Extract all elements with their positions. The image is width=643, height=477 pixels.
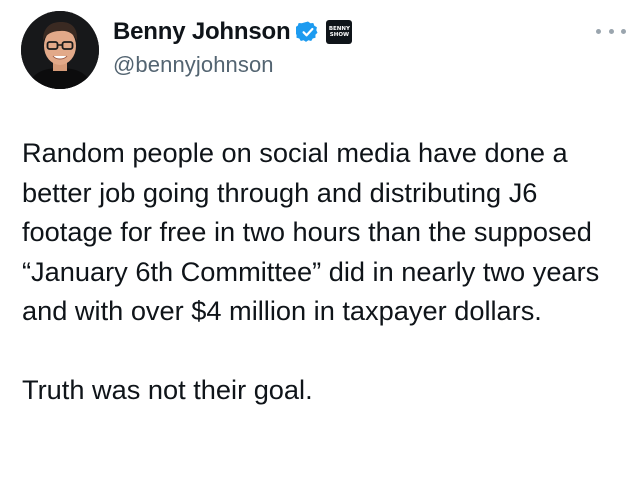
- display-name[interactable]: Benny Johnson: [113, 18, 291, 46]
- tweet-card: Benny Johnson BENNY SHOW @bennyjohnson R…: [0, 0, 643, 477]
- tweet-text: Random people on social media have done …: [22, 137, 600, 405]
- verified-badge-icon: [294, 20, 320, 44]
- more-dot: [608, 28, 614, 34]
- more-options-icon[interactable]: [596, 24, 626, 38]
- avatar[interactable]: [21, 11, 99, 89]
- more-dot: [621, 28, 626, 34]
- affiliate-logo[interactable]: BENNY SHOW: [326, 20, 353, 44]
- handle[interactable]: @bennyjohnson: [113, 52, 274, 78]
- person-avatar-icon: [21, 11, 99, 89]
- author-name-row: Benny Johnson BENNY SHOW: [113, 14, 353, 50]
- more-dot: [596, 28, 601, 34]
